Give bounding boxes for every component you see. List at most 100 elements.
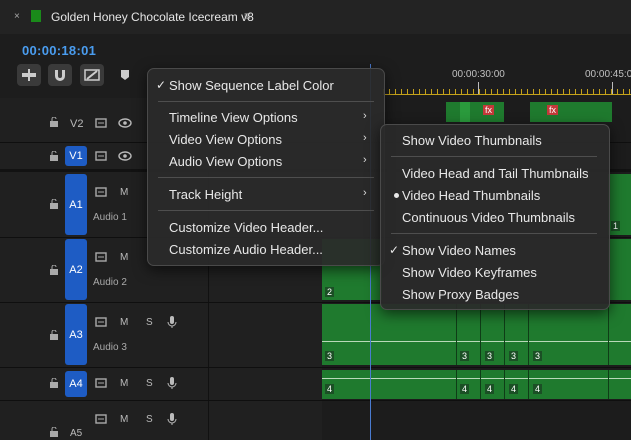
mute-button[interactable]: M bbox=[120, 187, 128, 198]
track-name-a1[interactable]: Audio 1 bbox=[93, 212, 127, 223]
linked-selection-button[interactable] bbox=[80, 64, 104, 86]
track-target-a1[interactable]: A1 bbox=[65, 174, 87, 235]
audio-clip-a2[interactable] bbox=[608, 239, 631, 300]
timeline-settings-menu: ✓ Show Sequence Label Color Timeline Vie… bbox=[147, 68, 385, 266]
clip-edge bbox=[480, 370, 481, 399]
menu-item-video-head-thumbnails[interactable]: Video Head Thumbnails bbox=[402, 188, 540, 203]
lock-icon[interactable] bbox=[49, 199, 59, 209]
mute-button[interactable]: M bbox=[120, 378, 128, 389]
video-view-options-submenu: Show Video Thumbnails Video Head and Tai… bbox=[380, 124, 610, 310]
clip-channel-label: 3 bbox=[509, 351, 519, 361]
audio-clip-a3[interactable] bbox=[322, 304, 631, 365]
menu-item-customize-audio-header[interactable]: Customize Audio Header... bbox=[169, 242, 323, 257]
video-clip-v2[interactable] bbox=[446, 102, 504, 122]
sync-lock-icon[interactable] bbox=[95, 118, 107, 128]
sequence-color-swatch bbox=[31, 10, 41, 22]
clip-edge bbox=[608, 370, 609, 399]
panel-menu-icon[interactable]: ≡ bbox=[244, 9, 251, 23]
track-target-v1[interactable]: V1 bbox=[65, 146, 87, 166]
radio-bullet-icon bbox=[394, 193, 399, 198]
track-target-a3[interactable]: A3 bbox=[65, 304, 87, 365]
microphone-icon[interactable] bbox=[167, 412, 177, 426]
menu-item-customize-video-header[interactable]: Customize Video Header... bbox=[169, 220, 323, 235]
menu-item-show-video-thumbnails[interactable]: Show Video Thumbnails bbox=[402, 133, 542, 148]
menu-item-timeline-view-options[interactable]: Timeline View Options bbox=[169, 110, 298, 125]
clip-channel-label: 3 bbox=[460, 351, 470, 361]
lock-icon[interactable] bbox=[49, 378, 59, 388]
lock-icon[interactable] bbox=[49, 117, 59, 127]
menu-item-audio-view-options[interactable]: Audio View Options bbox=[169, 154, 282, 169]
video-clip-v2[interactable] bbox=[530, 102, 612, 122]
track-label-a5[interactable]: A5 bbox=[70, 428, 82, 439]
clip-channel-label: 4 bbox=[509, 384, 519, 394]
solo-button[interactable]: S bbox=[146, 317, 153, 328]
menu-item-show-video-names[interactable]: Show Video Names bbox=[402, 243, 516, 258]
solo-button[interactable]: S bbox=[146, 414, 153, 425]
submenu-arrow-icon: › bbox=[363, 187, 367, 199]
clip-channel-label: 4 bbox=[325, 384, 335, 394]
track-separator bbox=[0, 367, 631, 368]
clip-edge bbox=[528, 304, 529, 365]
close-tab-icon[interactable]: × bbox=[14, 11, 20, 22]
clip-edge bbox=[456, 370, 457, 399]
solo-button[interactable]: S bbox=[146, 378, 153, 389]
sync-lock-icon[interactable] bbox=[95, 187, 107, 197]
eye-icon[interactable] bbox=[118, 118, 132, 128]
video-clip-v2[interactable] bbox=[460, 102, 470, 122]
lock-icon[interactable] bbox=[49, 151, 59, 161]
sync-lock-icon[interactable] bbox=[95, 252, 107, 262]
track-label-v2[interactable]: V2 bbox=[70, 118, 83, 130]
track-target-a4[interactable]: A4 bbox=[65, 371, 87, 397]
track-name-a2[interactable]: Audio 2 bbox=[93, 277, 127, 288]
sync-lock-icon[interactable] bbox=[95, 414, 107, 424]
audio-clip-a4[interactable] bbox=[322, 370, 631, 399]
sequence-title[interactable]: Golden Honey Chocolate Icecream v8 bbox=[51, 10, 254, 24]
track-separator bbox=[0, 400, 631, 401]
submenu-arrow-icon: › bbox=[363, 110, 367, 122]
clip-edge bbox=[528, 370, 529, 399]
linked-selection-icon bbox=[84, 69, 100, 81]
sync-lock-icon[interactable] bbox=[95, 317, 107, 327]
lock-icon[interactable] bbox=[49, 427, 59, 437]
clip-channel-label: 3 bbox=[325, 351, 335, 361]
clip-channel-label: 4 bbox=[485, 384, 495, 394]
eye-icon[interactable] bbox=[118, 151, 132, 161]
track-name-a3[interactable]: Audio 3 bbox=[93, 342, 127, 353]
track-target-a2[interactable]: A2 bbox=[65, 239, 87, 300]
mute-button[interactable]: M bbox=[120, 317, 128, 328]
menu-item-continuous-video-thumbnails[interactable]: Continuous Video Thumbnails bbox=[402, 210, 575, 225]
menu-item-video-head-and-tail-thumbnails[interactable]: Video Head and Tail Thumbnails bbox=[402, 166, 588, 181]
sync-lock-icon[interactable] bbox=[95, 151, 107, 161]
menu-item-show-video-keyframes[interactable]: Show Video Keyframes bbox=[402, 265, 537, 280]
volume-rubberband[interactable] bbox=[322, 378, 631, 379]
clip-edge bbox=[504, 304, 505, 365]
add-marker-button[interactable] bbox=[120, 68, 130, 86]
menu-item-show-sequence-label-color[interactable]: Show Sequence Label Color bbox=[169, 78, 334, 93]
clip-edge bbox=[608, 304, 609, 365]
mute-button[interactable]: M bbox=[120, 252, 128, 263]
clip-edge bbox=[504, 370, 505, 399]
ruler-tick bbox=[478, 82, 479, 94]
menu-separator bbox=[158, 101, 374, 102]
lock-icon[interactable] bbox=[49, 330, 59, 340]
microphone-icon[interactable] bbox=[167, 376, 177, 390]
clip-channel-label: 4 bbox=[460, 384, 470, 394]
menu-item-show-proxy-badges[interactable]: Show Proxy Badges bbox=[402, 287, 519, 302]
volume-rubberband[interactable] bbox=[322, 341, 631, 342]
menu-item-video-view-options[interactable]: Video View Options bbox=[169, 132, 282, 147]
menu-separator bbox=[158, 210, 374, 211]
fx-badge: fx bbox=[483, 105, 495, 115]
sync-lock-icon[interactable] bbox=[95, 378, 107, 388]
microphone-icon[interactable] bbox=[167, 315, 177, 329]
checkmark-icon: ✓ bbox=[156, 78, 167, 92]
playhead-timecode[interactable]: 00:00:18:01 bbox=[22, 43, 96, 58]
mute-button[interactable]: M bbox=[120, 414, 128, 425]
clip-edge bbox=[456, 304, 457, 365]
snap-button[interactable] bbox=[48, 64, 72, 86]
marker-icon bbox=[121, 70, 129, 80]
clip-edge bbox=[480, 304, 481, 365]
clip-channel-label: 3 bbox=[533, 351, 543, 361]
menu-item-track-height[interactable]: Track Height bbox=[169, 187, 242, 202]
insert-nest-button[interactable] bbox=[17, 64, 41, 86]
lock-icon[interactable] bbox=[49, 265, 59, 275]
